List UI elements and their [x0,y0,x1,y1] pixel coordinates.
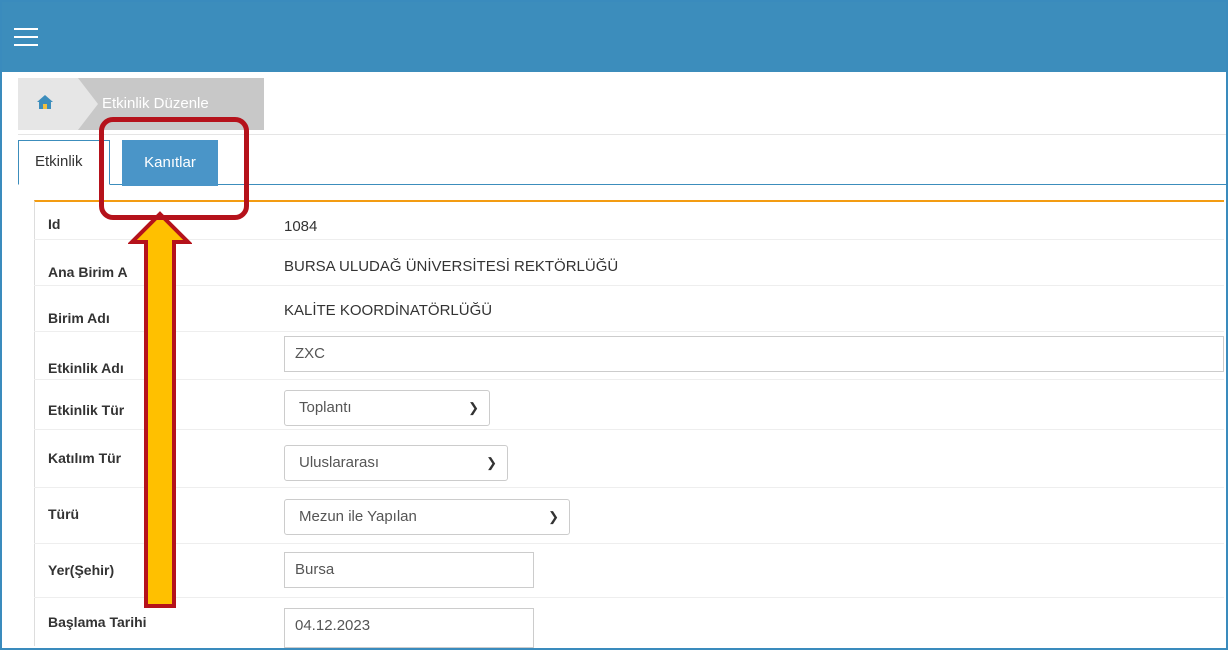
label-etkinlik-turu: Etkinlik Tür [48,402,125,418]
label-birim: Birim Adı [48,310,110,326]
pointer-arrow [128,211,192,608]
label-baslama: Başlama Tarihi [48,614,147,630]
label-yer: Yer(Şehir) [48,562,115,578]
label-katilim-turu: Katılım Tür [48,450,122,466]
label-etkinlik-adi: Etkinlik Adı [48,360,124,376]
breadcrumb-separator [78,78,98,130]
value-ana-birim: BURSA ULUDAĞ ÜNİVERSİTESİ REKTÖRLÜĞÜ [284,258,619,275]
row-etkinlik-adi: Etkinlik Adı ZXC [34,332,1224,380]
chevron-down-icon: ❯ [486,455,497,470]
etkinlik-turu-selected: Toplantı [299,399,352,416]
breadcrumb-home[interactable] [18,78,78,130]
top-navbar [2,2,1226,72]
row-turu: Türü Mezun ile Yapılan ❯ [34,488,1224,544]
value-id: 1084 [284,218,318,235]
row-katilim-turu: Katılım Tür Uluslararası ❯ [34,430,1224,488]
label-turu: Türü [48,506,80,522]
home-icon [37,95,53,109]
label-ana-birim: Ana Birim A [48,264,128,280]
row-ana-birim: Ana Birim A BURSA ULUDAĞ ÜNİVERSİTESİ RE… [34,240,1224,286]
katilim-turu-select[interactable]: Uluslararası ❯ [284,445,508,481]
row-etkinlik-turu: Etkinlik Tür Toplantı ❯ [34,380,1224,430]
value-birim: KALİTE KOORDİNATÖRLÜĞÜ [284,302,493,319]
turu-select[interactable]: Mezun ile Yapılan ❯ [284,499,570,535]
katilim-turu-selected: Uluslararası [299,454,380,471]
row-birim: Birim Adı KALİTE KOORDİNATÖRLÜĞÜ [34,286,1224,332]
baslama-tarihi-input[interactable]: 04.12.2023 [284,608,534,648]
chevron-down-icon: ❯ [548,509,559,524]
tab-etkinlik[interactable]: Etkinlik [18,140,110,185]
yer-input[interactable]: Bursa [284,552,534,588]
row-baslama: Başlama Tarihi 04.12.2023 [34,598,1224,648]
turu-selected: Mezun ile Yapılan [299,508,417,525]
highlight-box [99,117,249,220]
etkinlik-turu-select[interactable]: Toplantı ❯ [284,390,490,426]
chevron-down-icon: ❯ [468,400,479,415]
row-yer: Yer(Şehir) Bursa [34,544,1224,598]
hamburger-menu-icon[interactable] [14,28,38,48]
etkinlik-adi-input[interactable]: ZXC [284,336,1224,372]
label-id: Id [48,216,61,232]
